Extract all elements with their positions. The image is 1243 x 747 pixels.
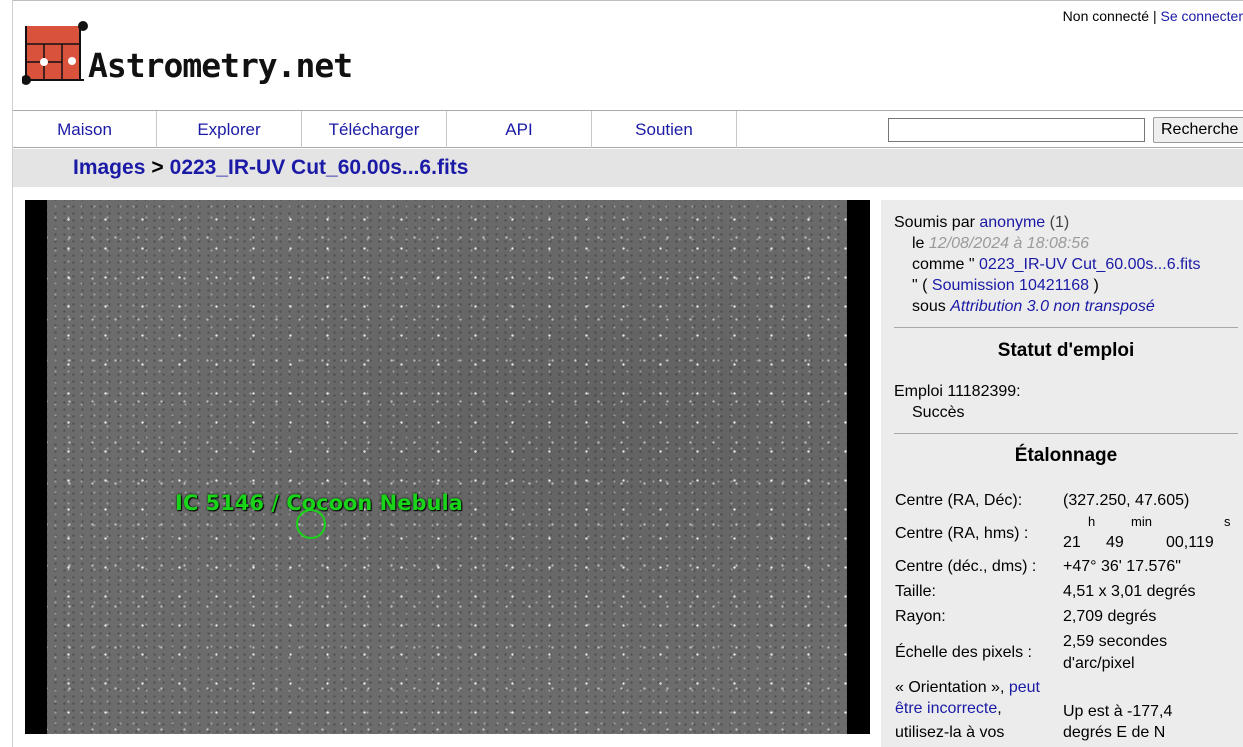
calib-size-value: 4,51 x 3,01 degrés xyxy=(1063,583,1196,600)
login-status: Non connecté | Se connecter xyxy=(1063,8,1243,24)
hms-hour-unit: h xyxy=(1088,514,1096,529)
orientation-warning-link[interactable]: peut xyxy=(1009,679,1040,696)
nav-item-api[interactable]: API xyxy=(447,111,592,148)
date-label: le xyxy=(912,235,925,252)
search-button[interactable]: Recherche xyxy=(1153,117,1243,143)
submitted-by: Soumis par anonyme (1) xyxy=(894,214,1069,232)
astrometry-logo[interactable]: Astrometry.net xyxy=(22,20,353,98)
logo-wordmark: Astrometry.net xyxy=(88,46,353,85)
calib-radius-value: 2,709 degrés xyxy=(1063,608,1157,625)
info-panel: Soumis par anonyme (1) le 12/08/2024 à 1… xyxy=(881,200,1243,747)
breadcrumb-separator: > xyxy=(151,156,164,179)
login-status-text: Non connecté xyxy=(1062,8,1150,24)
breadcrumb-bar: Images >0223_IR-UV Cut_60.00s...6.fits xyxy=(13,149,1243,187)
license-label: sous xyxy=(912,298,946,315)
nav-item-maison[interactable]: Maison xyxy=(13,111,157,148)
submission-suffix: ) xyxy=(1093,277,1099,294)
breadcrumb-current-link[interactable]: 0223_IR-UV Cut_60.00s...6.fits xyxy=(170,156,469,179)
calib-radius-label: Rayon: xyxy=(895,608,946,625)
annotation-circle xyxy=(296,509,326,539)
calibration-title: Étalonnage xyxy=(1014,445,1118,466)
calib-center-radec-label: Centre (RA, Déc): xyxy=(895,492,1023,509)
calib-pixel-scale-value-2: d'arc/pixel xyxy=(1063,655,1135,672)
hms-second-unit: s xyxy=(1224,514,1231,529)
calib-pixel-scale-value-1: 2,59 secondes xyxy=(1063,633,1168,650)
divider xyxy=(894,433,1238,434)
orientation-value-2: degrés E de N xyxy=(1063,724,1166,741)
calib-size-label: Taille: xyxy=(895,583,936,600)
divider xyxy=(894,327,1238,328)
submitted-as: comme " 0223_IR-UV Cut_60.00s...6.fits xyxy=(912,256,1200,274)
hms-seconds: 00,119 xyxy=(1166,534,1214,551)
left-border xyxy=(0,0,13,747)
as-label: comme " xyxy=(912,256,975,273)
orientation-label-prefix: « Orientation », xyxy=(895,679,1005,696)
login-separator: | xyxy=(1152,8,1157,24)
orientation-label-line2: être incorrecte, xyxy=(895,700,1002,718)
orientation-warning-link-2[interactable]: être incorrecte xyxy=(895,700,997,717)
calib-pixel-scale-label: Échelle des pixels : xyxy=(895,644,1032,661)
search-input[interactable] xyxy=(888,118,1145,142)
main-nav: Maison Explorer Télécharger API Soutien … xyxy=(13,110,1243,148)
user-count: (1) xyxy=(1049,214,1070,231)
job-status-title: Statut d'emploi xyxy=(997,340,1135,361)
orientation-value-1: Up est à -177,4 xyxy=(1063,703,1173,720)
nav-item-explorer[interactable]: Explorer xyxy=(157,111,302,148)
user-link[interactable]: anonyme xyxy=(979,214,1045,231)
submission-ref: " ( Soumission 10421168 ) xyxy=(912,277,1099,295)
annotated-image[interactable]: IC 5146 / Cocoon Nebula xyxy=(25,200,870,734)
hms-minutes: 49 xyxy=(1106,534,1124,551)
license-line: sous Attribution 3.0 non transposé xyxy=(912,298,1155,316)
logo-grid-icon xyxy=(22,21,88,85)
hms-hours: 21 xyxy=(1063,534,1081,551)
submitted-by-label: Soumis par xyxy=(894,214,975,231)
breadcrumb-images-link[interactable]: Images xyxy=(73,156,145,179)
calib-center-dms-value: +47° 36' 17.576" xyxy=(1063,558,1181,575)
top-border xyxy=(0,0,1243,1)
login-link[interactable]: Se connecter xyxy=(1161,8,1243,24)
nav-item-soutien[interactable]: Soutien xyxy=(592,111,737,148)
calib-center-dms-label: Centre (déc., dms) : xyxy=(895,558,1037,575)
job-status: Succès xyxy=(912,404,965,421)
submission-link[interactable]: Soumission 10421168 xyxy=(932,277,1089,294)
submitted-date: le 12/08/2024 à 18:08:56 xyxy=(912,235,1089,253)
submission-prefix: " ( xyxy=(912,277,928,294)
job-id: Emploi 11182399: xyxy=(894,383,1021,400)
hms-minute-unit: min xyxy=(1131,514,1152,529)
submission-date: 12/08/2024 à 18:08:56 xyxy=(928,235,1090,252)
breadcrumb: Images >0223_IR-UV Cut_60.00s...6.fits xyxy=(73,156,468,180)
orientation-label-suffix: , xyxy=(997,700,1002,717)
nav-item-telecharger[interactable]: Télécharger xyxy=(302,111,447,148)
orientation-label-line3: utilisez-la à vos xyxy=(895,724,1005,741)
filename-link[interactable]: 0223_IR-UV Cut_60.00s...6.fits xyxy=(979,256,1200,273)
license-link[interactable]: Attribution 3.0 non transposé xyxy=(950,298,1155,315)
star-field-image: IC 5146 / Cocoon Nebula xyxy=(47,200,847,734)
orientation-label-line1: « Orientation », peut xyxy=(895,679,1040,697)
calib-center-radec-value: (327.250, 47.605) xyxy=(1063,492,1190,509)
calib-center-hms-label: Centre (RA, hms) : xyxy=(895,525,1029,542)
